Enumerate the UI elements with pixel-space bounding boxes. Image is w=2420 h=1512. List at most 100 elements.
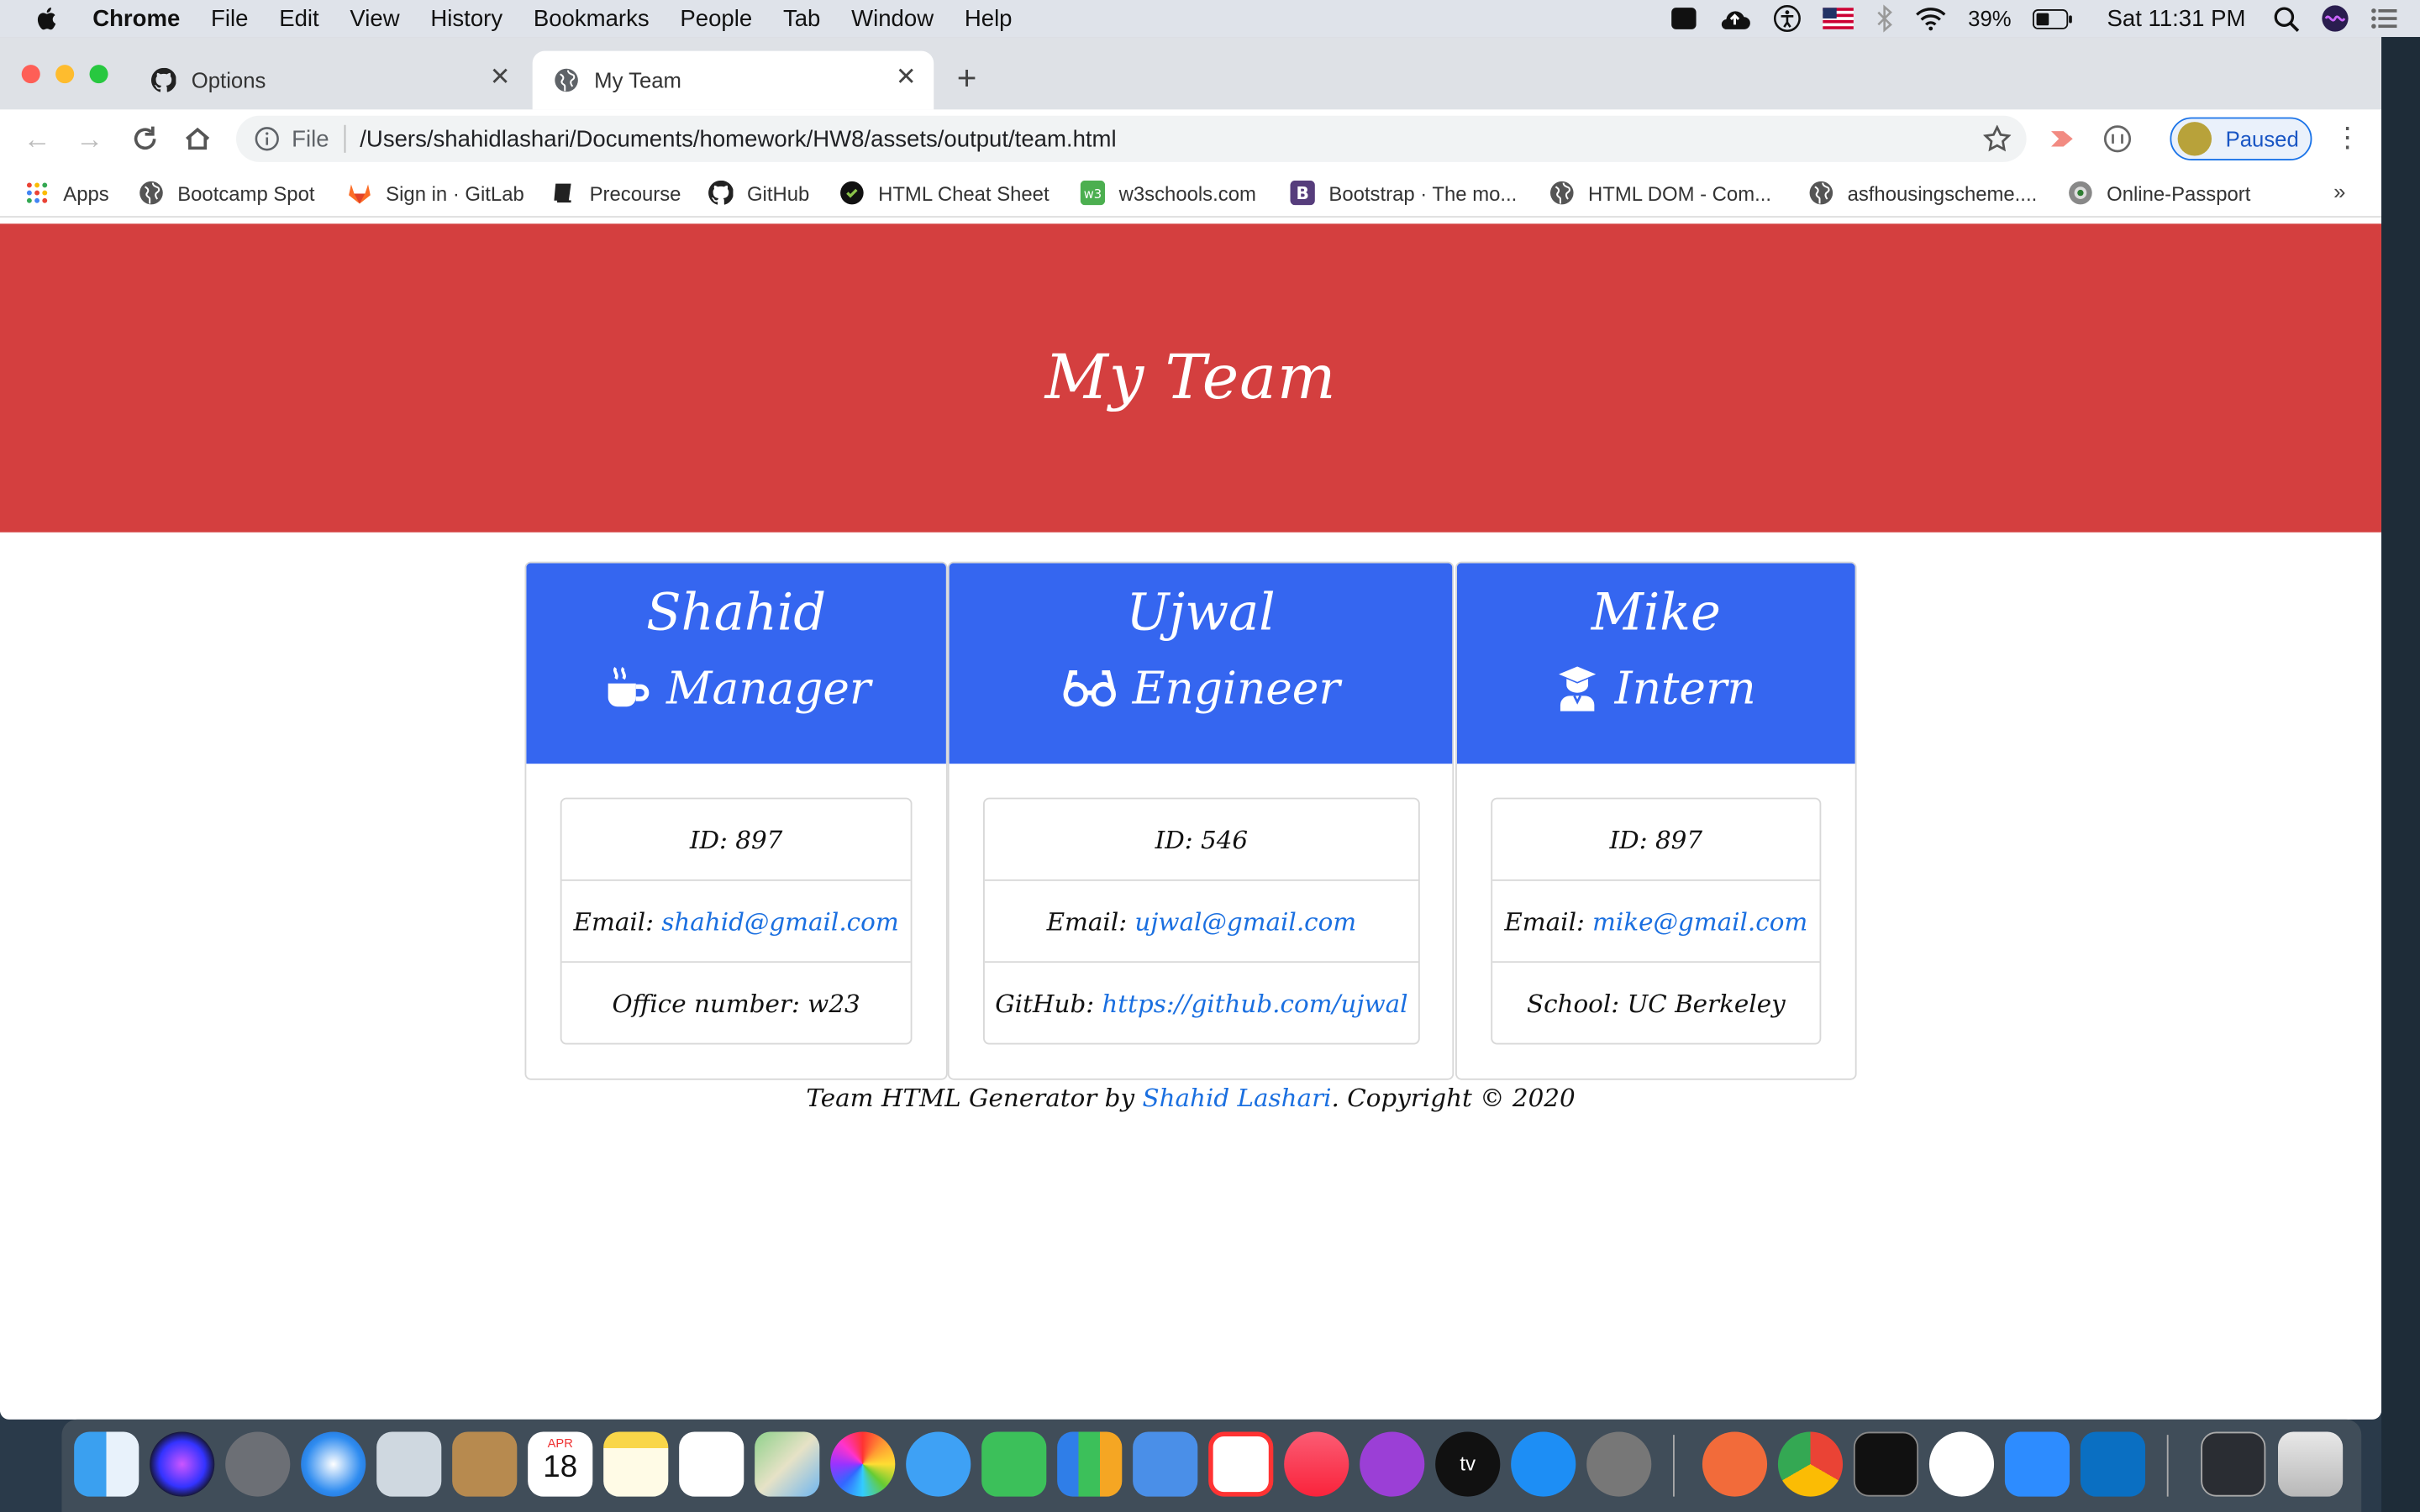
menu-people[interactable]: People: [680, 5, 752, 31]
bookmark-github[interactable]: GitHub: [708, 180, 809, 205]
siri-icon[interactable]: [2321, 5, 2349, 33]
close-tab-icon[interactable]: ✕: [487, 66, 512, 91]
bookmark-apps[interactable]: Apps: [24, 181, 109, 205]
bookmark-label: Sign in · GitLab: [386, 181, 524, 205]
home-icon[interactable]: [182, 123, 213, 155]
bookmark-label: Apps: [63, 181, 109, 205]
terminal-icon[interactable]: [1853, 1431, 1919, 1497]
reload-icon[interactable]: [129, 123, 160, 155]
apple-tv-icon[interactable]: tv: [1435, 1431, 1501, 1497]
macos-menu-bar: Chrome File Edit View History Bookmarks …: [0, 0, 2420, 38]
email-link[interactable]: mike@gmail.com: [1592, 906, 1807, 936]
us-flag-icon[interactable]: [1823, 8, 1854, 29]
facetime-icon[interactable]: [981, 1431, 1047, 1497]
github-label: GitHub:: [995, 989, 1095, 1019]
employee-id: ID: 546: [984, 799, 1418, 881]
new-tab-plus-icon[interactable]: +: [957, 61, 977, 95]
address-bar[interactable]: File /Users/shahidlashari/Documents/home…: [236, 115, 2027, 162]
battery-percent: 39%: [1968, 6, 2012, 31]
info-icon[interactable]: [255, 127, 279, 151]
chrome-menu-kebab-icon[interactable]: ⋮: [2333, 123, 2361, 151]
system-preferences-icon[interactable]: [1586, 1431, 1652, 1497]
spotlight-search-icon[interactable]: [2274, 5, 2300, 32]
zoom-icon[interactable]: [2004, 1431, 2070, 1497]
bookmark-w3schools[interactable]: w3 w3schools.com: [1080, 180, 1256, 206]
maps-icon[interactable]: [755, 1431, 820, 1497]
page-title: My Team: [1044, 342, 1337, 414]
github-link[interactable]: https://github.com/ujwal: [1102, 989, 1407, 1018]
contacts-icon[interactable]: [452, 1431, 518, 1497]
wifi-icon[interactable]: [1916, 6, 1947, 31]
mail-bird-icon[interactable]: [376, 1431, 442, 1497]
menu-edit[interactable]: Edit: [279, 5, 318, 31]
downloads-folder-icon[interactable]: [2201, 1431, 2266, 1497]
music-icon[interactable]: [1284, 1431, 1349, 1497]
employee-role: Engineer: [950, 662, 1453, 714]
bluetooth-icon[interactable]: [1876, 4, 1894, 33]
vscode-icon[interactable]: [2080, 1431, 2146, 1497]
postman-icon[interactable]: [1702, 1431, 1768, 1497]
menu-help[interactable]: Help: [965, 5, 1013, 31]
calendar-icon[interactable]: APR 18: [528, 1431, 593, 1497]
back-arrow-icon[interactable]: ←: [22, 123, 53, 155]
bookmark-star-icon[interactable]: [1983, 124, 2012, 153]
messages-icon[interactable]: [906, 1431, 971, 1497]
close-window-button[interactable]: [21, 65, 40, 84]
menu-view[interactable]: View: [350, 5, 399, 31]
url-text[interactable]: /Users/shahidlashari/Documents/homework/…: [360, 126, 1116, 152]
profile-paused-button[interactable]: Paused: [2170, 117, 2312, 161]
news-icon[interactable]: [1208, 1431, 1274, 1497]
reminders-icon[interactable]: [679, 1431, 744, 1497]
bookmarks-overflow-chevron-icon[interactable]: »: [2333, 179, 2345, 203]
coffee-mug-icon: [608, 667, 649, 707]
menu-app-chrome[interactable]: Chrome: [92, 5, 180, 31]
employee-email: Email: ujwal@gmail.com: [984, 881, 1418, 963]
slack-icon[interactable]: [1928, 1431, 1995, 1497]
keynote-icon[interactable]: [1133, 1431, 1198, 1497]
bookmark-precourse[interactable]: Precourse: [551, 181, 681, 205]
numbers-icon[interactable]: [1057, 1431, 1123, 1497]
bookmark-html-cheat-sheet[interactable]: HTML Cheat Sheet: [839, 181, 1050, 205]
menu-bookmarks[interactable]: Bookmarks: [534, 5, 650, 31]
svg-text:w3: w3: [1084, 187, 1102, 202]
tab-my-team[interactable]: My Team ✕: [532, 50, 934, 110]
menu-clock[interactable]: Sat 11:31 PM: [2107, 5, 2246, 31]
trash-icon[interactable]: [2278, 1431, 2344, 1497]
apple-menu-icon[interactable]: [34, 5, 61, 33]
bookmark-bootstrap[interactable]: B Bootstrap · The mo...: [1290, 180, 1517, 206]
tab-options[interactable]: Options ✕: [129, 51, 528, 110]
menu-window[interactable]: Window: [851, 5, 934, 31]
finder-icon[interactable]: [74, 1431, 139, 1497]
bookmark-gitlab[interactable]: Sign in · GitLab: [347, 181, 524, 205]
extension-cast-icon[interactable]: [2047, 123, 2078, 155]
minimize-window-button[interactable]: [55, 65, 75, 84]
app-store-icon[interactable]: [1511, 1431, 1576, 1497]
photos-icon[interactable]: [830, 1431, 896, 1497]
close-tab-icon[interactable]: ✕: [893, 66, 918, 91]
cloud-upload-icon[interactable]: [1718, 6, 1752, 30]
bookmark-bootcamp-spot[interactable]: Bootcamp Spot: [139, 181, 314, 205]
bookmark-online-passport[interactable]: Online-Passport: [2068, 181, 2250, 205]
menu-file[interactable]: File: [211, 5, 248, 31]
email-link[interactable]: shahid@gmail.com: [661, 906, 898, 936]
footer-author-link[interactable]: Shahid Lashari: [1142, 1083, 1331, 1112]
zoom-window-button[interactable]: [89, 65, 108, 84]
globe-icon: [1550, 181, 1574, 205]
bookmark-asfhousingscheme[interactable]: asfhousingscheme....: [1809, 181, 2037, 205]
chrome-icon[interactable]: [1777, 1431, 1844, 1497]
menu-tab[interactable]: Tab: [783, 5, 820, 31]
battery-icon[interactable]: [2033, 8, 2073, 29]
accessibility-icon[interactable]: [1774, 5, 1802, 33]
notes-icon[interactable]: [603, 1431, 669, 1497]
forward-arrow-icon[interactable]: →: [74, 123, 105, 155]
safari-icon[interactable]: [301, 1431, 366, 1497]
screen-record-icon[interactable]: [1671, 8, 1697, 29]
notification-center-icon[interactable]: [2370, 6, 2398, 30]
menu-history[interactable]: History: [430, 5, 502, 31]
bookmark-html-dom[interactable]: HTML DOM - Com...: [1549, 181, 1771, 205]
podcasts-icon[interactable]: [1360, 1431, 1425, 1497]
launchpad-icon[interactable]: [225, 1431, 291, 1497]
email-link[interactable]: ujwal@gmail.com: [1134, 906, 1356, 936]
extension-circle-icon[interactable]: [2102, 123, 2133, 155]
siri-icon[interactable]: [150, 1431, 215, 1497]
